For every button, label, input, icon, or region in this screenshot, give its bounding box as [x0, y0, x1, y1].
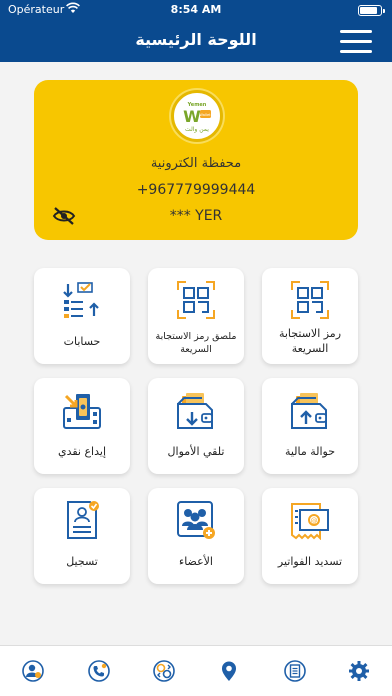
- logo-text-mid: Wallet: [199, 113, 211, 117]
- support-phone-icon[interactable]: [88, 660, 110, 682]
- location-icon[interactable]: [218, 660, 240, 682]
- tile-members[interactable]: الأعضاء: [148, 488, 244, 584]
- hamburger-menu-icon[interactable]: [340, 28, 372, 54]
- exchange-icon[interactable]: [153, 660, 175, 682]
- hide-balance-eye-icon[interactable]: [52, 206, 76, 226]
- tile-qr-sticker[interactable]: ملصق رمز الاستجابة السريعة: [148, 268, 244, 364]
- tile-accounts[interactable]: حسابات: [34, 268, 130, 364]
- tile-pay-bills[interactable]: @ تسديد الفواتير: [262, 488, 358, 584]
- battery-icon: [358, 5, 385, 16]
- members-icon: [176, 500, 216, 540]
- tile-qr-code[interactable]: رمز الاستجابة السريعة: [262, 268, 358, 364]
- money-transfer-icon: [290, 390, 330, 430]
- wallet-balance: *** YER: [169, 208, 223, 224]
- wallet-phone: +967779999444: [136, 182, 256, 198]
- cash-deposit-icon: [62, 390, 102, 430]
- tile-label: إيداع نقدي: [57, 445, 107, 458]
- document-icon[interactable]: [284, 660, 306, 682]
- logo-text-bottom: يمن والت: [185, 126, 209, 133]
- page-title: اللوحة الرئيسية: [135, 30, 257, 49]
- accounts-icon: [62, 280, 102, 320]
- top-navbar: اللوحة الرئيسية: [0, 20, 392, 62]
- wallet-card: Yemen W Wallet يمن والت محفظة الكترونية …: [34, 80, 358, 240]
- tile-label: رمز الاستجابة السريعة: [278, 327, 342, 355]
- tile-label: حسابات: [63, 335, 101, 348]
- receive-money-icon: [176, 390, 216, 430]
- bottom-tab-bar: [0, 645, 392, 696]
- qr-sticker-icon: [176, 280, 216, 320]
- tile-label: حوالة مالية: [284, 445, 336, 458]
- tile-cash-deposit[interactable]: إيداع نقدي: [34, 378, 130, 474]
- tile-label: تلقي الأموال: [167, 445, 225, 458]
- status-bar: Opérateur 8:54 AM: [0, 0, 392, 20]
- tile-label: تسجيل: [66, 555, 98, 568]
- clock: 8:54 AM: [170, 3, 222, 16]
- tile-label: تسديد الفواتير: [277, 555, 343, 568]
- tile-label: الأعضاء: [179, 555, 213, 568]
- tile-money-transfer[interactable]: حوالة مالية: [262, 378, 358, 474]
- svg-text:@: @: [311, 517, 318, 525]
- wallet-name: محفظة الكترونية: [150, 156, 242, 171]
- qr-code-icon: [290, 280, 330, 320]
- tile-register[interactable]: تسجيل: [34, 488, 130, 584]
- pay-bills-icon: @: [290, 500, 330, 541]
- tile-label: ملصق رمز الاستجابة السريعة: [155, 331, 237, 355]
- register-icon: [62, 500, 102, 540]
- profile-icon[interactable]: [22, 660, 44, 682]
- settings-icon[interactable]: [348, 660, 370, 682]
- tile-receive-money[interactable]: تلقي الأموال: [148, 378, 244, 474]
- wallet-logo: Yemen W Wallet يمن والت: [171, 90, 223, 142]
